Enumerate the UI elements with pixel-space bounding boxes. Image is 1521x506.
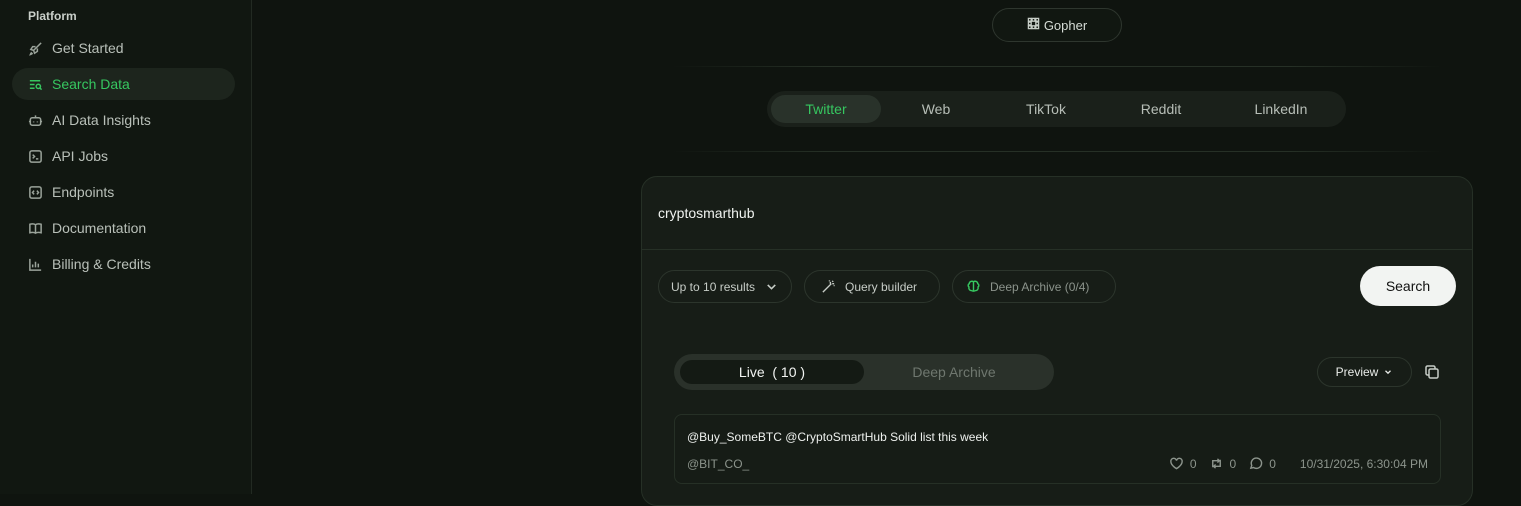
sidebar-item-documentation[interactable]: Documentation xyxy=(12,212,235,244)
chevron-down-icon xyxy=(1383,367,1393,377)
sidebar-section-title: Platform xyxy=(28,9,77,23)
main-content: Gopher Twitter Web TikTok Reddit LinkedI… xyxy=(252,0,1521,506)
result-tabs: Live ( 10 ) Deep Archive xyxy=(674,354,1054,390)
sidebar: Platform Get Started Search Data AI Data… xyxy=(0,0,252,494)
preview-dropdown[interactable]: Preview xyxy=(1317,357,1412,387)
magic-wand-icon xyxy=(821,279,836,294)
copy-icon[interactable] xyxy=(1424,364,1440,380)
replies-stat: 0 xyxy=(1248,456,1276,471)
source-tabs: Twitter Web TikTok Reddit LinkedIn xyxy=(767,91,1346,127)
bot-icon xyxy=(27,112,43,128)
retweets-stat: 0 xyxy=(1209,456,1237,471)
results-limit-label: Up to 10 results xyxy=(671,279,756,294)
deep-archive-toggle[interactable]: Deep Archive (0/4) xyxy=(952,270,1116,303)
query-builder-button[interactable]: Query builder xyxy=(804,270,940,303)
retweets-count: 0 xyxy=(1229,456,1237,471)
divider xyxy=(672,66,1442,67)
retweet-icon xyxy=(1209,456,1224,471)
search-card: cryptosmarthub Up to 10 results Query bu… xyxy=(641,176,1473,506)
sidebar-item-get-started[interactable]: Get Started xyxy=(12,32,235,64)
tab-live[interactable]: Live ( 10 ) xyxy=(680,360,864,384)
bar-chart-icon xyxy=(27,256,43,272)
result-handle: @BIT_CO_ xyxy=(687,457,750,471)
divider xyxy=(642,249,1472,250)
code-icon xyxy=(27,184,43,200)
chevron-down-icon xyxy=(764,279,779,294)
tab-reddit[interactable]: Reddit xyxy=(1111,95,1211,123)
sidebar-item-api-jobs[interactable]: API Jobs xyxy=(12,140,235,172)
result-stats: 0 0 0 10/31/2025, 6:30:04 PM xyxy=(1169,456,1428,471)
heart-icon xyxy=(1169,456,1184,471)
sidebar-item-ai-data-insights[interactable]: AI Data Insights xyxy=(12,104,235,136)
sidebar-item-search-data[interactable]: Search Data xyxy=(12,68,235,100)
comment-icon xyxy=(1248,456,1263,471)
preview-label: Preview xyxy=(1335,365,1379,379)
result-text: @Buy_SomeBTC @CryptoSmartHub Solid list … xyxy=(687,430,989,444)
sidebar-item-label: AI Data Insights xyxy=(52,112,151,128)
likes-stat: 0 xyxy=(1169,456,1197,471)
sidebar-item-endpoints[interactable]: Endpoints xyxy=(12,176,235,208)
terminal-icon xyxy=(27,148,43,164)
search-button[interactable]: Search xyxy=(1360,266,1456,306)
tab-twitter[interactable]: Twitter xyxy=(771,95,881,123)
tab-tiktok[interactable]: TikTok xyxy=(996,95,1096,123)
result-item[interactable]: @Buy_SomeBTC @CryptoSmartHub Solid list … xyxy=(674,414,1441,484)
result-timestamp: 10/31/2025, 6:30:04 PM xyxy=(1299,456,1428,471)
gopher-label: Gopher xyxy=(1043,17,1088,33)
search-input[interactable]: cryptosmarthub xyxy=(658,205,754,221)
deep-archive-label: Deep Archive (0/4) xyxy=(990,279,1090,294)
rocket-icon xyxy=(27,40,43,56)
likes-count: 0 xyxy=(1189,456,1197,471)
grid-icon xyxy=(1027,17,1040,33)
sidebar-item-label: Documentation xyxy=(52,220,147,236)
search-list-icon xyxy=(27,76,43,92)
sidebar-item-billing-credits[interactable]: Billing & Credits xyxy=(12,248,235,280)
sidebar-item-label: API Jobs xyxy=(52,148,109,164)
replies-count: 0 xyxy=(1269,456,1276,471)
sidebar-item-label: Billing & Credits xyxy=(52,256,151,272)
query-builder-label: Query builder xyxy=(845,279,918,294)
gopher-badge[interactable]: Gopher xyxy=(992,8,1122,42)
divider xyxy=(672,151,1442,152)
tab-web[interactable]: Web xyxy=(891,95,981,123)
sidebar-item-label: Endpoints xyxy=(52,184,115,200)
tab-deep-archive[interactable]: Deep Archive xyxy=(874,360,1034,384)
tab-linkedin[interactable]: LinkedIn xyxy=(1226,95,1336,123)
brain-icon xyxy=(966,279,981,294)
sidebar-item-label: Search Data xyxy=(52,76,130,92)
results-limit-dropdown[interactable]: Up to 10 results xyxy=(658,270,792,303)
book-icon xyxy=(27,220,43,236)
sidebar-item-label: Get Started xyxy=(52,40,124,56)
